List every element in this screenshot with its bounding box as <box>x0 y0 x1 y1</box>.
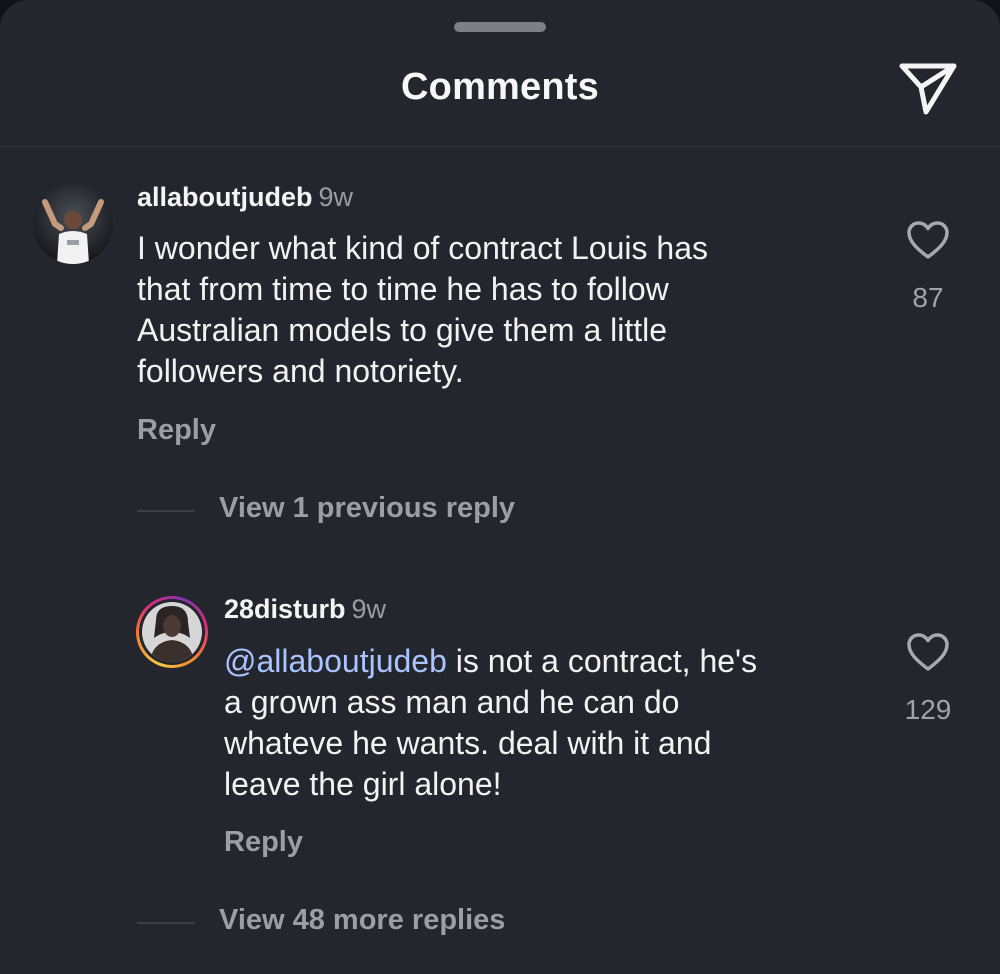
mention-link[interactable]: @allaboutjudeb <box>224 643 447 679</box>
heart-outline-icon <box>907 633 949 671</box>
comment-text-line: a grown ass man and he can do <box>224 684 680 720</box>
share-button[interactable] <box>896 60 960 118</box>
view-replies-button[interactable]: View 48 more replies <box>219 904 505 937</box>
header-divider <box>0 146 1000 147</box>
comments-sheet: Comments allaboutjudeb 9w I wonder what … <box>0 0 1000 974</box>
thread-line <box>137 922 195 924</box>
comment-text-line: I wonder what kind of contract Louis has <box>137 230 708 266</box>
reply-button[interactable]: Reply <box>137 414 216 447</box>
comment-text-line: Australian models to give them a little <box>137 312 668 348</box>
comment-text-line: whateve he wants. deal with it and <box>224 725 712 761</box>
avatar-story-ring[interactable] <box>136 596 208 668</box>
comment-text-line: that from time to time he has to follow <box>137 271 669 307</box>
comment-text-segment: is not a contract, he's <box>446 643 758 679</box>
comment-username[interactable]: 28disturb <box>224 594 346 624</box>
like-count: 87 <box>912 282 944 313</box>
like-count: 129 <box>904 694 952 725</box>
comment-meta: allaboutjudeb 9w <box>137 182 353 213</box>
like-button[interactable] <box>906 632 950 672</box>
paper-plane-icon <box>899 63 957 115</box>
avatar[interactable] <box>33 184 113 264</box>
comment-text: I wonder what kind of contract Louis has… <box>137 228 708 392</box>
comment-username[interactable]: allaboutjudeb <box>137 182 313 212</box>
comment-text-line: followers and notoriety. <box>137 353 464 389</box>
comment-meta: 28disturb 9w <box>224 594 386 625</box>
comment-text: @allaboutjudeb is not a contract, he's a… <box>224 641 757 805</box>
comment-timestamp: 9w <box>351 594 387 624</box>
like-button[interactable] <box>906 220 950 260</box>
comment-text-line: @allaboutjudeb is not a contract, he's <box>224 641 757 682</box>
heart-outline-icon <box>907 221 949 259</box>
thread-line <box>137 510 195 512</box>
comment-text-line: leave the girl alone! <box>224 766 502 802</box>
avatar <box>142 602 202 662</box>
comment-timestamp: 9w <box>318 182 354 212</box>
view-replies-button[interactable]: View 1 previous reply <box>219 492 515 525</box>
page-title: Comments <box>401 66 599 108</box>
sheet-grab-handle[interactable] <box>454 22 546 32</box>
reply-button[interactable]: Reply <box>224 826 303 859</box>
